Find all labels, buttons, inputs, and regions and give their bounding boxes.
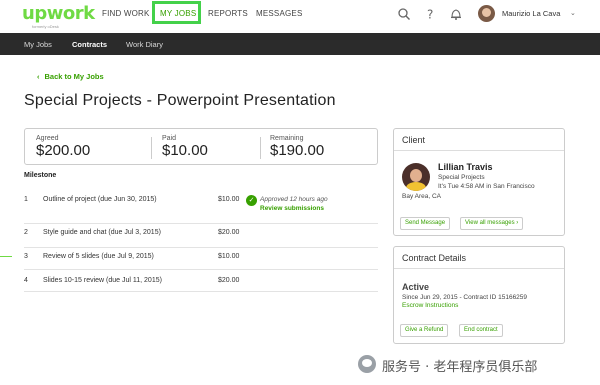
client-project: Special Projects (438, 174, 485, 181)
milestone-amount: $10.00 (218, 196, 240, 203)
paid-value: $10.00 (162, 142, 208, 159)
escrow-instructions-link[interactable]: Escrow Instructions (402, 302, 458, 309)
milestone-description: Slides 10-15 review (due Jul 11, 2015) (43, 277, 162, 284)
milestone-number: 4 (24, 277, 28, 284)
nav-find-work[interactable]: FIND WORK (102, 9, 150, 18)
svg-text:?: ? (427, 8, 433, 22)
end-contract-button[interactable]: End contract (459, 324, 503, 337)
help-icon[interactable]: ? (423, 7, 437, 22)
logo-tagline: formerly oDesk (32, 24, 59, 29)
client-card-header: Client (394, 129, 564, 151)
logo-text: upwork (22, 3, 95, 24)
nav-messages[interactable]: MESSAGES (256, 9, 303, 18)
user-avatar[interactable] (478, 5, 495, 22)
milestone-amount: $20.00 (218, 229, 240, 236)
payment-summary: Agreed $200.00 Paid $10.00 Remaining $19… (24, 128, 378, 165)
milestone-number: 2 (24, 229, 28, 236)
remaining-block: Remaining $190.00 (270, 135, 324, 159)
approved-status: Approved 12 hours ago (260, 196, 328, 203)
agreed-value: $200.00 (36, 142, 91, 159)
paid-block: Paid $10.00 (162, 135, 208, 159)
client-location: Bay Area, CA (402, 193, 442, 200)
paid-label: Paid (162, 135, 177, 142)
wechat-icon (358, 355, 376, 373)
contract-card-header: Contract Details (394, 247, 564, 269)
milestone-amount: $20.00 (218, 277, 240, 284)
subnav-contracts[interactable]: Contracts (72, 40, 107, 49)
agreed-block: Agreed $200.00 (36, 135, 90, 159)
client-avatar (402, 163, 430, 191)
summary-divider (151, 137, 152, 159)
review-submissions-link[interactable]: Review submissions (260, 205, 324, 212)
give-refund-button[interactable]: Give a Refund (400, 324, 449, 337)
milestone-description: Review of 5 slides (due Jul 9, 2015) (43, 253, 154, 260)
chevron-down-icon[interactable]: ⌄ (570, 9, 576, 17)
milestone-row: 4 Slides 10-15 review (due Jul 11, 2015)… (24, 270, 378, 292)
contract-since: Since Jun 29, 2015 - Contract ID 1516625… (402, 294, 528, 301)
milestone-row: 3 Review of 5 slides (due Jul 9, 2015) $… (24, 248, 378, 270)
remaining-value: $190.00 (270, 142, 325, 159)
agreed-label: Agreed (36, 135, 59, 142)
milestone-description: Outline of project (due Jun 30, 2015) (43, 196, 157, 203)
search-icon[interactable] (397, 7, 411, 21)
contract-details-card: Contract Details Active Since Jun 29, 20… (393, 246, 565, 344)
milestone-row: 2 Style guide and chat (due Jul 3, 2015)… (24, 224, 378, 248)
send-message-button[interactable]: Send Message (400, 217, 451, 230)
summary-divider (260, 137, 261, 159)
milestone-description: Style guide and chat (due Jul 3, 2015) (43, 229, 161, 236)
watermark-text: 服务号 · 老年程序员俱乐部 (382, 360, 538, 375)
user-name[interactable]: Maurizio La Cava (502, 9, 560, 18)
remaining-label: Remaining (270, 135, 304, 142)
client-name: Lillian Travis (438, 162, 493, 172)
side-marker (0, 256, 12, 257)
subnav-work-diary[interactable]: Work Diary (126, 40, 163, 49)
nav-reports[interactable]: REPORTS (208, 9, 248, 18)
view-all-messages-button[interactable]: View all messages › (460, 217, 524, 230)
milestone-number: 1 (24, 196, 28, 203)
sub-nav: My Jobs Contracts Work Diary (0, 33, 600, 55)
back-to-my-jobs-link[interactable]: ‹ Back to My Jobs (37, 72, 104, 81)
subnav-my-jobs[interactable]: My Jobs (24, 40, 52, 49)
chevron-left-icon: ‹ (37, 72, 40, 81)
top-nav: upwork formerly oDesk FIND WORK MY JOBS … (0, 0, 600, 30)
page-title: Special Projects - Powerpoint Presentati… (24, 92, 336, 109)
client-card: Client Lillian Travis Special Projects I… (393, 128, 565, 236)
milestone-number: 3 (24, 253, 28, 260)
client-local-time: It's Tue 4:58 AM in San Francisco (438, 183, 535, 190)
check-icon: ✓ (246, 195, 257, 206)
contract-status: Active (402, 282, 430, 292)
my-jobs-highlight-box (152, 1, 201, 24)
milestone-amount: $10.00 (218, 253, 240, 260)
back-link-label: Back to My Jobs (44, 72, 104, 81)
milestone-heading: Milestone (24, 172, 57, 179)
watermark: 服务号 · 老年程序员俱乐部 (358, 354, 590, 376)
upwork-logo[interactable]: upwork formerly oDesk (22, 3, 95, 30)
bell-icon[interactable] (449, 7, 463, 21)
